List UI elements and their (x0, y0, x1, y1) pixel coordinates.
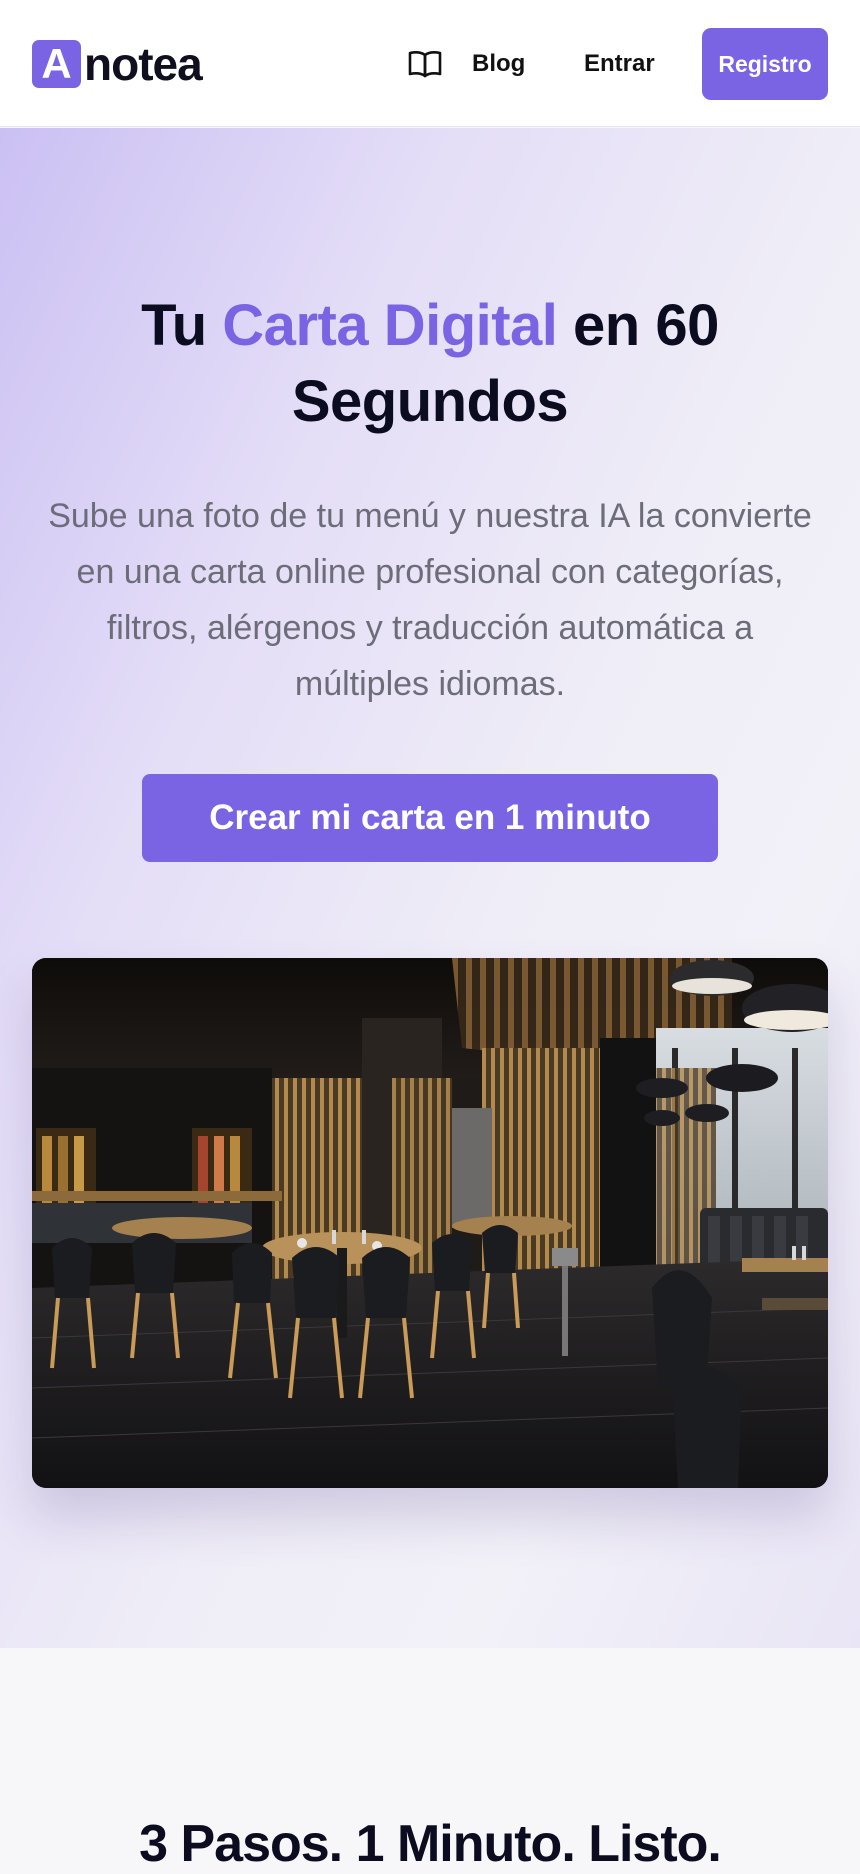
logo-text: notea (84, 38, 203, 90)
restaurant-interior-photo (32, 958, 828, 1488)
logo-mark: A (32, 40, 81, 88)
steps-title: 3 Pasos. 1 Minuto. Listo. (139, 1815, 722, 1873)
nav-blog-link[interactable]: Blog (408, 44, 525, 84)
nav-login-link[interactable]: Entrar (584, 44, 655, 84)
hero-title-accent: Carta Digital (222, 293, 558, 358)
hero-subtitle: Sube una foto de tu menú y nuestra IA la… (48, 497, 812, 703)
hero-title-prefix: Tu (141, 293, 223, 358)
steps-section: 3 Pasos. 1 Minuto. Listo. (0, 1648, 860, 1873)
nav-blog-label: Blog (472, 50, 526, 77)
create-menu-button[interactable]: Crear mi carta en 1 minuto (142, 774, 718, 862)
hero-section: Tu Carta Digital en 60 Segundos Sube una… (0, 128, 860, 1648)
site-header: A notea Blog Entrar Registro (0, 0, 860, 127)
logo[interactable]: A notea (32, 38, 203, 90)
register-button[interactable]: Registro (702, 28, 828, 100)
book-open-icon (408, 51, 442, 78)
hero-title: Tu Carta Digital en 60 Segundos (60, 288, 800, 440)
